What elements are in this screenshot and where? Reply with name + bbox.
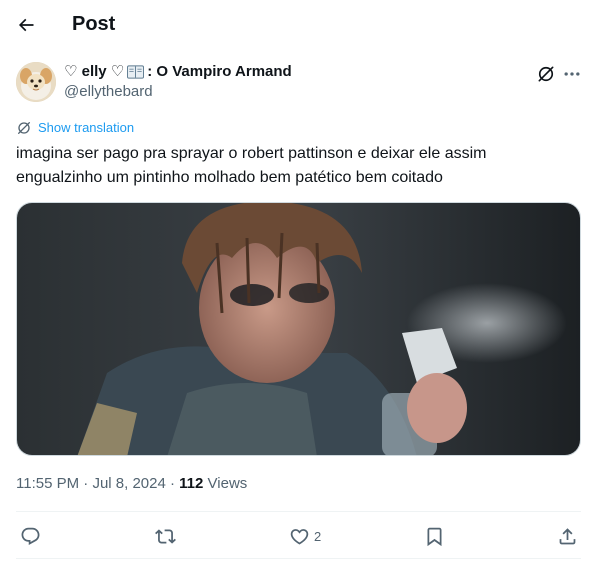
meta-separator: · bbox=[79, 475, 93, 492]
action-bar: 2 bbox=[16, 514, 581, 558]
page-header: Post bbox=[0, 0, 597, 50]
tweet-meta: 11:55 PM · Jul 8, 2024 · 112 Views bbox=[16, 474, 247, 494]
translate-icon bbox=[18, 122, 30, 134]
grok-button[interactable] bbox=[534, 62, 558, 86]
tweet-time[interactable]: 11:55 PM bbox=[16, 475, 79, 492]
tweet-media-image[interactable] bbox=[16, 202, 581, 456]
user-handle[interactable]: @ellythebard bbox=[64, 82, 292, 102]
display-name-prefix: ♡ elly ♡ bbox=[64, 63, 125, 80]
avatar[interactable] bbox=[16, 62, 56, 102]
meta-separator: · bbox=[165, 475, 180, 492]
share-icon bbox=[559, 527, 576, 544]
more-icon bbox=[564, 72, 580, 76]
avatar-image bbox=[16, 62, 56, 102]
grok-icon bbox=[538, 66, 554, 82]
photo bbox=[17, 203, 580, 455]
show-translation-label: Show translation bbox=[38, 120, 135, 135]
reply-icon bbox=[21, 527, 40, 545]
tweet-date[interactable]: Jul 8, 2024 bbox=[92, 475, 165, 492]
reply-button[interactable] bbox=[20, 524, 45, 548]
tweet-author: ♡ elly ♡ : O Vampiro Armand @ellythebard bbox=[16, 62, 581, 106]
like-button[interactable]: 2 bbox=[289, 524, 321, 548]
repost-button[interactable] bbox=[155, 524, 180, 548]
views-count: 112 bbox=[179, 475, 204, 492]
views-label: Views bbox=[203, 475, 248, 492]
book-icon bbox=[127, 65, 145, 79]
repost-icon bbox=[155, 528, 176, 544]
show-translation-link[interactable]: Show translation bbox=[16, 120, 134, 136]
bookmark-button[interactable] bbox=[424, 524, 449, 548]
divider bbox=[16, 558, 581, 559]
like-icon bbox=[290, 528, 309, 545]
divider bbox=[16, 511, 581, 512]
back-arrow-icon bbox=[18, 18, 34, 32]
tweet-text-line: engualzinho um pintinho molhado bem paté… bbox=[16, 169, 443, 186]
display-name[interactable]: ♡ elly ♡ : O Vampiro Armand bbox=[64, 62, 292, 82]
tweet-text-line: imagina ser pago pra sprayar o robert pa… bbox=[16, 145, 487, 162]
bookmark-icon bbox=[427, 527, 442, 546]
page-title: Post bbox=[72, 13, 116, 35]
share-button[interactable] bbox=[557, 524, 578, 548]
display-name-suffix: : O Vampiro Armand bbox=[147, 63, 292, 80]
more-options-button[interactable] bbox=[560, 62, 584, 86]
tweet-text: imagina ser pago pra sprayar o robert pa… bbox=[16, 142, 576, 190]
like-count: 2 bbox=[314, 528, 322, 544]
back-button[interactable] bbox=[8, 7, 44, 43]
